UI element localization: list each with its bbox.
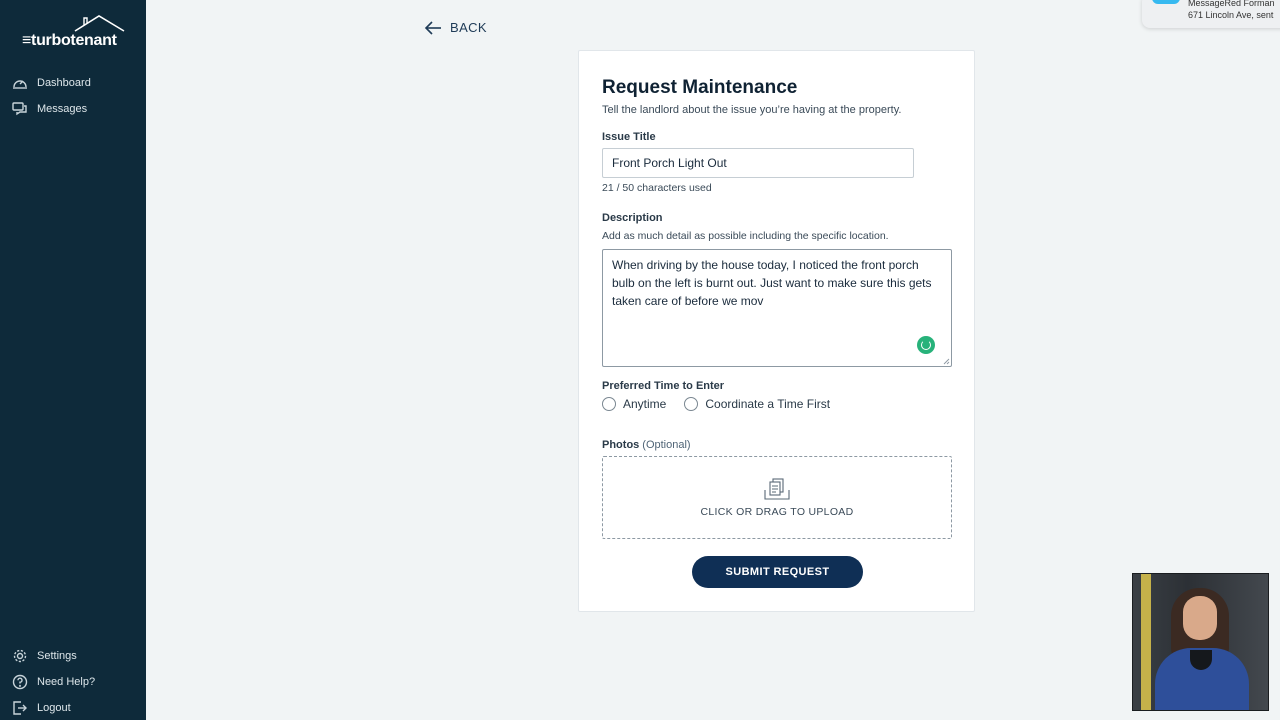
- photos-label: Photos (Optional): [602, 439, 691, 451]
- sidebar-item-settings[interactable]: Settings: [12, 648, 77, 664]
- notification-toast[interactable]: MessageRed Forman 671 Lincoln Ave, sent: [1142, 0, 1280, 28]
- dashboard-icon: [12, 75, 28, 91]
- presenter-face: [1183, 596, 1217, 640]
- radio-label: Anytime: [623, 397, 667, 411]
- upload-documents-icon: [764, 477, 790, 500]
- sidebar-item-label: Logout: [37, 702, 71, 714]
- radio-label: Coordinate a Time First: [705, 397, 831, 411]
- issue-title-label: Issue Title: [602, 131, 656, 143]
- sidebar-item-logout[interactable]: Logout: [12, 700, 71, 716]
- photos-optional-text: (Optional): [642, 439, 691, 451]
- page-subtitle: Tell the landlord about the issue you’re…: [602, 104, 902, 116]
- description-helper: Add as much detail as possible including…: [602, 230, 889, 242]
- description-textarea[interactable]: When driving by the house today, I notic…: [602, 249, 952, 367]
- sidebar-item-messages[interactable]: Messages: [12, 101, 87, 117]
- radio-anytime[interactable]: Anytime: [602, 397, 666, 411]
- issue-title-input[interactable]: [602, 148, 914, 178]
- character-count: 21 / 50 characters used: [602, 182, 712, 194]
- back-label: BACK: [450, 20, 488, 35]
- radio-circle-icon: [602, 397, 616, 411]
- page-title: Request Maintenance: [602, 77, 798, 98]
- sidebar-item-label: Dashboard: [37, 77, 91, 89]
- sidebar-item-help[interactable]: Need Help?: [12, 674, 95, 690]
- submit-request-button[interactable]: SUBMIT REQUEST: [692, 556, 863, 588]
- preferred-time-label: Preferred Time to Enter: [602, 380, 725, 392]
- notification-address: 671 Lincoln Ave, sent: [1188, 10, 1274, 20]
- sidebar-item-label: Messages: [37, 103, 88, 115]
- back-button[interactable]: BACK: [424, 20, 487, 35]
- messages-icon: [12, 101, 28, 117]
- notification-sender: MessageRed Forman: [1188, 0, 1275, 8]
- help-icon: [12, 674, 28, 690]
- grammar-check-icon[interactable]: [917, 336, 935, 354]
- logout-icon: [12, 700, 28, 716]
- sidebar-item-label: Settings: [37, 650, 77, 662]
- turbotenant-logo[interactable]: ≡turbotenant: [22, 14, 126, 50]
- logo-text: ≡turbotenant: [22, 32, 117, 49]
- house-roof-icon: [74, 15, 125, 32]
- webcam-background-stripe: [1141, 574, 1151, 710]
- presenter-webcam-video: [1132, 573, 1269, 711]
- photos-label-text: Photos: [602, 439, 640, 451]
- maintenance-request-card: Request Maintenance Tell the landlord ab…: [578, 50, 975, 612]
- arrow-left-icon: [424, 20, 441, 35]
- preferred-time-options: Anytime Coordinate a Time First: [602, 397, 830, 411]
- upload-text: CLICK OR DRAG TO UPLOAD: [700, 505, 854, 518]
- sidebar-item-label: Need Help?: [37, 676, 96, 688]
- resize-handle-icon[interactable]: [943, 358, 950, 365]
- radio-coordinate-time[interactable]: Coordinate a Time First: [684, 397, 830, 411]
- sidebar: ≡turbotenant Dashboard Messages Settings…: [0, 0, 146, 720]
- description-label: Description: [602, 212, 663, 224]
- app-notification-icon: [1152, 0, 1180, 4]
- sidebar-item-dashboard[interactable]: Dashboard: [12, 75, 91, 91]
- radio-circle-icon: [684, 397, 699, 411]
- gear-icon: [12, 648, 28, 664]
- photo-upload-dropzone[interactable]: CLICK OR DRAG TO UPLOAD: [602, 456, 952, 539]
